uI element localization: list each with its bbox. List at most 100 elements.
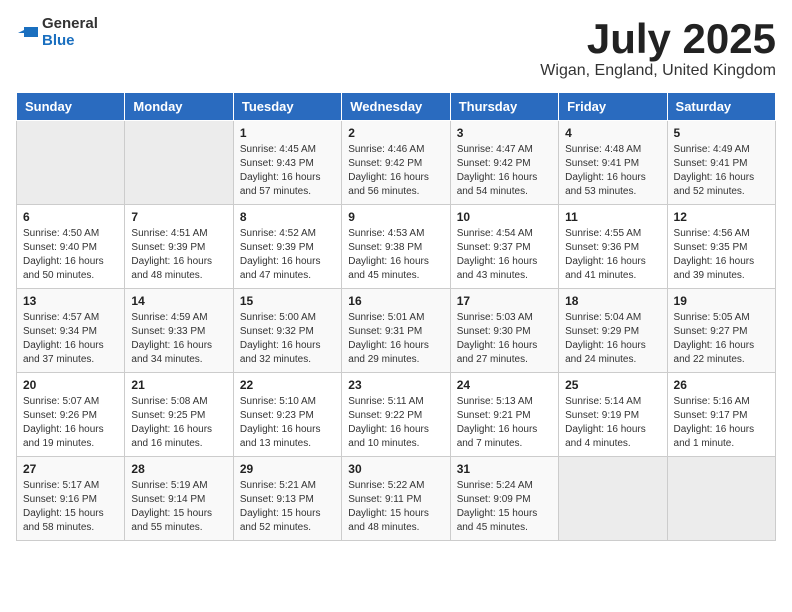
weekday-header-tuesday: Tuesday [233,93,341,121]
cell-info: Sunrise: 5:04 AMSunset: 9:29 PMDaylight:… [565,311,660,367]
calendar-cell: 11Sunrise: 4:55 AMSunset: 9:36 PMDayligh… [559,205,667,289]
calendar-cell: 17 Sunrise: 5:03 AMSunset: 9:30 PMDayligh… [450,289,558,373]
calendar-cell: 31 Sunrise: 5:24 AMSunset: 9:09 PMDayligh… [450,457,558,541]
calendar-cell: 14Sunrise: 4:59 AMSunset: 9:33 PMDayligh… [125,289,233,373]
title-area: July 2025 Wigan, England, United Kingdom [540,16,776,80]
cell-info: Sunrise: 5:16 AMSunset: 9:17 PMDaylight:… [674,395,769,451]
cell-info: Sunrise: 4:52 AMSunset: 9:39 PMDaylight:… [240,227,335,283]
day-number: 23 [348,378,443,392]
weekday-header-sunday: Sunday [17,93,125,121]
cell-info: Sunrise: 4:48 AMSunset: 9:41 PMDaylight:… [565,143,660,199]
day-number: 13 [23,294,118,308]
day-number: 7 [131,210,226,224]
weekday-header-wednesday: Wednesday [342,93,450,121]
logo: General Blue [16,16,98,49]
day-number: 27 [23,462,118,476]
day-number: 6 [23,210,118,224]
calendar-cell: 4 Sunrise: 4:48 AMSunset: 9:41 PMDaylight… [559,121,667,205]
calendar-cell: 2 Sunrise: 4:46 AMSunset: 9:42 PMDaylight… [342,121,450,205]
cell-info: Sunrise: 5:08 AMSunset: 9:25 PMDaylight:… [131,395,226,451]
calendar-cell: 7 Sunrise: 4:51 AMSunset: 9:39 PMDaylight… [125,205,233,289]
day-number: 15 [240,294,335,308]
calendar-cell: 19 Sunrise: 5:05 AMSunset: 9:27 PMDayligh… [667,289,775,373]
day-number: 5 [674,126,769,140]
calendar-table: SundayMondayTuesdayWednesdayThursdayFrid… [16,92,776,541]
calendar-cell: 24Sunrise: 5:13 AMSunset: 9:21 PMDayligh… [450,373,558,457]
calendar-cell: 1Sunrise: 4:45 AMSunset: 9:43 PMDaylight… [233,121,341,205]
cell-info: Sunrise: 4:47 AMSunset: 9:42 PMDaylight:… [457,143,552,199]
cell-info: Sunrise: 4:51 AMSunset: 9:39 PMDaylight:… [131,227,226,283]
location-title: Wigan, England, United Kingdom [540,62,776,80]
logo-wrap: General Blue [16,16,98,49]
cell-info: Sunrise: 5:01 AMSunset: 9:31 PMDaylight:… [348,311,443,367]
cell-info: Sunrise: 5:14 AMSunset: 9:19 PMDaylight:… [565,395,660,451]
day-number: 2 [348,126,443,140]
cell-info: Sunrise: 4:56 AMSunset: 9:35 PMDaylight:… [674,227,769,283]
weekday-header-thursday: Thursday [450,93,558,121]
day-number: 25 [565,378,660,392]
calendar-cell: 13 Sunrise: 4:57 AMSunset: 9:34 PMDayligh… [17,289,125,373]
cell-info: Sunrise: 5:22 AMSunset: 9:11 PMDaylight:… [348,479,443,535]
day-number: 31 [457,462,552,476]
cell-info: Sunrise: 5:24 AMSunset: 9:09 PMDaylight:… [457,479,552,535]
day-number: 1 [240,126,335,140]
cell-info: Sunrise: 5:10 AMSunset: 9:23 PMDaylight:… [240,395,335,451]
calendar-cell: 3 Sunrise: 4:47 AMSunset: 9:42 PMDaylight… [450,121,558,205]
calendar-cell: 20 Sunrise: 5:07 AMSunset: 9:26 PMDayligh… [17,373,125,457]
calendar-cell: 21 Sunrise: 5:08 AMSunset: 9:25 PMDayligh… [125,373,233,457]
day-number: 8 [240,210,335,224]
day-number: 26 [674,378,769,392]
weekday-header-monday: Monday [125,93,233,121]
cell-info: Sunrise: 4:54 AMSunset: 9:37 PMDaylight:… [457,227,552,283]
week-row-1: 1Sunrise: 4:45 AMSunset: 9:43 PMDaylight… [17,121,776,205]
cell-info: Sunrise: 5:07 AMSunset: 9:26 PMDaylight:… [23,395,118,451]
cell-info: Sunrise: 5:13 AMSunset: 9:21 PMDaylight:… [457,395,552,451]
week-row-2: 6 Sunrise: 4:50 AMSunset: 9:40 PMDaylight… [17,205,776,289]
calendar-cell: 12 Sunrise: 4:56 AMSunset: 9:35 PMDayligh… [667,205,775,289]
cell-info: Sunrise: 4:57 AMSunset: 9:34 PMDaylight:… [23,311,118,367]
cell-info: Sunrise: 4:49 AMSunset: 9:41 PMDaylight:… [674,143,769,199]
weekday-header-row: SundayMondayTuesdayWednesdayThursdayFrid… [17,93,776,121]
day-number: 10 [457,210,552,224]
week-row-3: 13 Sunrise: 4:57 AMSunset: 9:34 PMDayligh… [17,289,776,373]
calendar-cell: 16 Sunrise: 5:01 AMSunset: 9:31 PMDayligh… [342,289,450,373]
calendar-cell: 6 Sunrise: 4:50 AMSunset: 9:40 PMDaylight… [17,205,125,289]
calendar-cell: 26 Sunrise: 5:16 AMSunset: 9:17 PMDayligh… [667,373,775,457]
calendar-cell: 25 Sunrise: 5:14 AMSunset: 9:19 PMDayligh… [559,373,667,457]
cell-info: Sunrise: 4:50 AMSunset: 9:40 PMDaylight:… [23,227,118,283]
cell-info: Sunrise: 5:03 AMSunset: 9:30 PMDaylight:… [457,311,552,367]
day-number: 18 [565,294,660,308]
cell-info: Sunrise: 5:11 AMSunset: 9:22 PMDaylight:… [348,395,443,451]
week-row-5: 27Sunrise: 5:17 AMSunset: 9:16 PMDayligh… [17,457,776,541]
calendar-cell: 5 Sunrise: 4:49 AMSunset: 9:41 PMDaylight… [667,121,775,205]
cell-info: Sunrise: 5:00 AMSunset: 9:32 PMDaylight:… [240,311,335,367]
calendar-cell: 15 Sunrise: 5:00 AMSunset: 9:32 PMDayligh… [233,289,341,373]
day-number: 29 [240,462,335,476]
day-number: 19 [674,294,769,308]
day-number: 12 [674,210,769,224]
week-row-4: 20 Sunrise: 5:07 AMSunset: 9:26 PMDayligh… [17,373,776,457]
day-number: 16 [348,294,443,308]
day-number: 9 [348,210,443,224]
calendar-cell: 8 Sunrise: 4:52 AMSunset: 9:39 PMDaylight… [233,205,341,289]
logo-general: General [42,16,98,33]
logo-blue: Blue [42,33,98,50]
weekday-header-friday: Friday [559,93,667,121]
cell-info: Sunrise: 4:53 AMSunset: 9:38 PMDaylight:… [348,227,443,283]
calendar-cell: 27Sunrise: 5:17 AMSunset: 9:16 PMDayligh… [17,457,125,541]
day-number: 22 [240,378,335,392]
cell-info: Sunrise: 4:46 AMSunset: 9:42 PMDaylight:… [348,143,443,199]
day-number: 17 [457,294,552,308]
month-title: July 2025 [540,16,776,62]
day-number: 30 [348,462,443,476]
day-number: 20 [23,378,118,392]
day-number: 21 [131,378,226,392]
day-number: 3 [457,126,552,140]
calendar-cell: 28Sunrise: 5:19 AMSunset: 9:14 PMDayligh… [125,457,233,541]
cell-info: Sunrise: 5:05 AMSunset: 9:27 PMDaylight:… [674,311,769,367]
cell-info: Sunrise: 4:55 AMSunset: 9:36 PMDaylight:… [565,227,660,283]
header: General Blue July 2025 Wigan, England, U… [16,16,776,80]
day-number: 14 [131,294,226,308]
calendar-cell [667,457,775,541]
day-number: 4 [565,126,660,140]
